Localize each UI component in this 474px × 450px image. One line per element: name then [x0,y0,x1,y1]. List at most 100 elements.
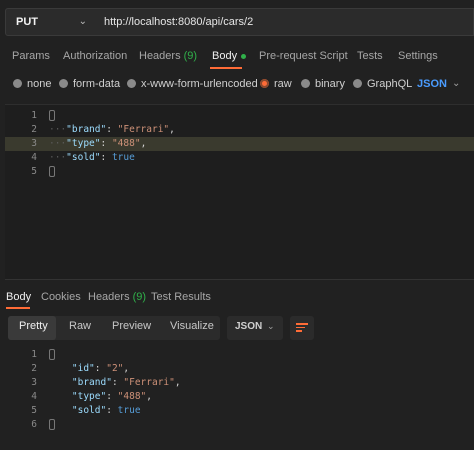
radio-binary[interactable]: binary [301,78,345,90]
code-line: 2 ···"brand": "Ferrari", [5,123,474,137]
radio-label: GraphQL [367,78,413,90]
code-text [49,419,55,431]
format-label: JSON [235,321,263,332]
code-line: 5 "sold": true [5,404,474,418]
method-label: PUT [16,16,38,28]
radio-label: x-www-form-urlencoded [141,78,258,90]
response-body-viewer[interactable]: 1 2 "id": "2", 3 "brand": "Ferrari", 4 "… [5,346,474,436]
radio-none[interactable]: none [13,78,51,90]
code-text [49,110,55,122]
code-line: 4 ···"sold": true [5,151,474,165]
response-tab-cookies[interactable]: Cookies [41,291,81,303]
code-text: ···"brand": "Ferrari", [49,124,175,135]
line-number: 4 [31,152,37,163]
code-text: "type": "488", [71,391,153,402]
response-tab-body[interactable]: Body [6,291,31,303]
json-value: true [111,152,135,163]
tab-settings[interactable]: Settings [398,50,438,62]
response-tab-headers[interactable]: Headers (9) [88,291,146,303]
active-tab-indicator [210,67,242,69]
tab-label: Headers [88,291,130,303]
radio-label: none [27,78,52,90]
code-text: "brand": "Ferrari", [71,377,181,388]
tab-authorization[interactable]: Authorization [63,50,127,62]
json-key: "sold" [66,152,101,163]
json-value: "Ferrari" [117,124,170,135]
code-text: "sold": true [71,405,141,416]
wrap-lines-button[interactable] [290,316,314,340]
response-view-bar: Pretty Raw Preview Visualize JSON ⌄ [0,314,474,342]
radio-icon [59,79,68,88]
code-line: 6 [5,418,474,432]
view-preview-button[interactable]: Preview [112,320,151,332]
code-line-highlighted: 3 ···"type": "488", [5,137,474,151]
radio-label: binary [315,78,345,90]
tab-pre-request-script[interactable]: Pre-request Script [259,50,348,62]
radio-label: raw [274,78,292,90]
tab-body[interactable]: Body [212,50,247,62]
request-tabs: Params Authorization Headers (9) Body Pr… [0,46,474,70]
code-line: 1 [5,348,474,362]
line-number: 4 [31,391,37,402]
tab-label: Headers [139,50,181,62]
json-key: "brand" [66,124,107,135]
view-visualize-button[interactable]: Visualize [170,320,214,332]
tab-params[interactable]: Params [12,50,50,62]
fold-brace-icon [49,110,55,121]
headers-count: (9) [132,291,147,303]
json-separator: , [140,138,147,149]
radio-icon [127,79,136,88]
json-key: "type" [66,138,101,149]
request-body-editor[interactable]: 1 2 ···"brand": "Ferrari", 3 ···"type": … [5,104,474,280]
view-pretty-button[interactable]: Pretty [19,320,48,332]
tab-label: Params [12,50,50,62]
radio-form-data[interactable]: form-data [59,78,120,90]
url-input[interactable]: http://localhost:8080/api/cars/2 [96,8,474,36]
tab-tests[interactable]: Tests [357,50,383,62]
json-separator: , [146,391,153,402]
line-number: 3 [31,377,37,388]
body-format-select[interactable]: JSON [417,78,447,90]
fold-brace-icon [49,349,55,360]
json-value: true [117,405,141,416]
json-key: "sold" [71,405,107,416]
json-value: "2" [106,363,124,374]
json-key: "brand" [71,377,112,388]
json-separator: , [174,377,181,388]
response-tab-test-results[interactable]: Test Results [151,291,211,303]
request-bar: PUT ⌄ http://localhost:8080/api/cars/2 [0,0,474,44]
line-number: 5 [31,405,37,416]
code-text [49,166,55,178]
line-number: 5 [31,166,37,177]
wrap-lines-icon [296,323,308,333]
radio-x-www-form-urlencoded[interactable]: x-www-form-urlencoded [127,78,258,90]
radio-raw[interactable]: raw [260,78,292,90]
line-number: 6 [31,419,37,430]
chevron-down-icon: ⌄ [78,16,87,27]
view-mode-segmented: Pretty Raw Preview Visualize [8,316,220,340]
radio-icon [13,79,22,88]
view-raw-button[interactable]: Raw [69,320,91,332]
modified-dot-icon [241,53,247,59]
code-line: 2 "id": "2", [5,362,474,376]
radio-graphql[interactable]: GraphQL [353,78,412,90]
json-value: "Ferrari" [123,377,175,388]
code-text: "id": "2", [71,363,130,374]
line-number: 2 [31,124,37,135]
radio-selected-icon [260,79,269,88]
method-select[interactable]: PUT ⌄ [5,8,97,36]
code-text: ···"type": "488", [49,138,147,149]
fold-brace-icon [49,419,55,430]
radio-label: form-data [73,78,121,90]
tab-label: Tests [357,50,383,62]
line-number: 2 [31,363,37,374]
fold-brace-icon [49,166,55,177]
tab-headers[interactable]: Headers (9) [139,50,197,62]
headers-count: (9) [183,50,198,62]
response-format-select[interactable]: JSON ⌄ [227,316,283,340]
code-text [49,349,55,361]
radio-icon [301,79,310,88]
chevron-down-icon[interactable]: ⌄ [452,78,460,89]
active-tab-indicator [6,307,30,309]
code-line: 1 [5,109,474,123]
